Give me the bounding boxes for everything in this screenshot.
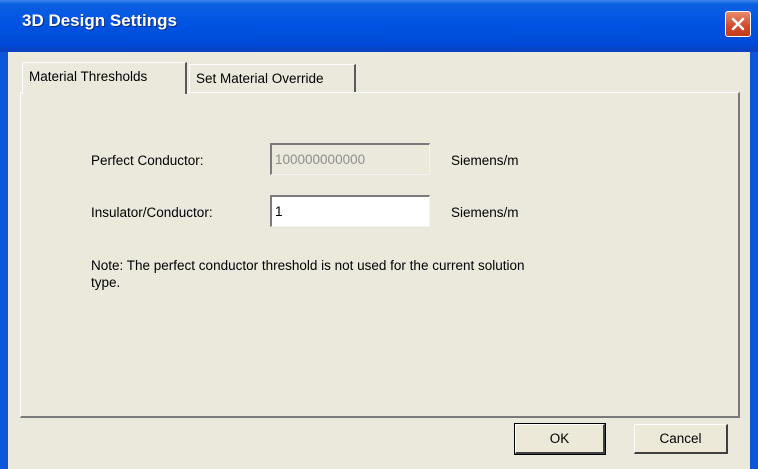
window-frame-left xyxy=(0,52,8,469)
close-button[interactable] xyxy=(725,11,751,37)
close-icon xyxy=(731,17,745,31)
perfect-conductor-input[interactable] xyxy=(270,143,430,175)
tab-panel-material-thresholds: Perfect Conductor: Siemens/m Insulator/C… xyxy=(20,92,740,418)
tab-label: Set Material Override xyxy=(196,71,324,86)
title-bar[interactable]: 3D Design Settings xyxy=(0,0,758,52)
perfect-conductor-label: Perfect Conductor: xyxy=(91,153,204,168)
tab-material-thresholds[interactable]: Material Thresholds xyxy=(22,62,187,94)
insulator-conductor-label: Insulator/Conductor: xyxy=(91,205,213,220)
perfect-conductor-unit: Siemens/m xyxy=(451,153,519,168)
window-title: 3D Design Settings xyxy=(22,11,177,30)
insulator-conductor-input[interactable] xyxy=(270,195,430,227)
insulator-conductor-unit: Siemens/m xyxy=(451,205,519,220)
cancel-button[interactable]: Cancel xyxy=(634,424,728,454)
dialog-client-area: Material Thresholds Set Material Overrid… xyxy=(8,52,750,469)
dialog-window: 3D Design Settings Material Thresholds S… xyxy=(0,0,758,469)
window-frame-right xyxy=(750,52,758,469)
tab-label: Material Thresholds xyxy=(29,69,148,84)
note-text: Note: The perfect conductor threshold is… xyxy=(91,258,525,290)
ok-button[interactable]: OK xyxy=(514,423,606,455)
tab-set-material-override[interactable]: Set Material Override xyxy=(189,64,356,94)
